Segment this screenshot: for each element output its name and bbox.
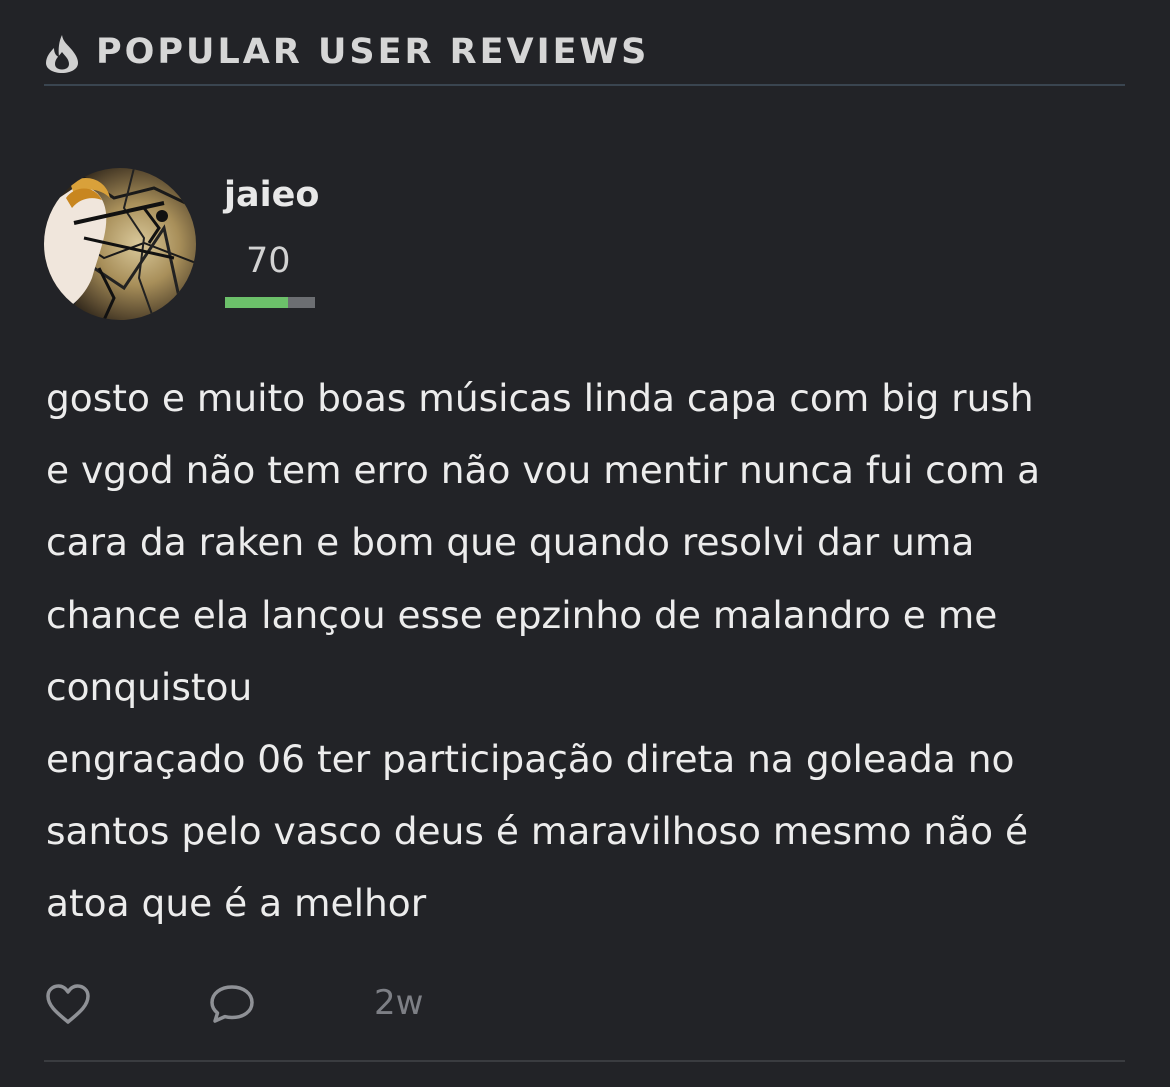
review-username[interactable]: jaieo (224, 172, 319, 218)
review-score: 70 (246, 241, 291, 281)
score-bar-fill (225, 297, 288, 308)
flame-icon (46, 35, 78, 73)
review-actions: 2w (44, 978, 1125, 1030)
avatar[interactable] (44, 168, 196, 320)
score-bar (225, 297, 315, 308)
section-header: POPULAR USER REVIEWS (44, 28, 1125, 86)
heart-icon[interactable] (44, 982, 92, 1026)
section-title: POPULAR USER REVIEWS (96, 32, 650, 72)
review-time: 2w (374, 983, 424, 1023)
review-text: gosto e muito boas músicas linda capa co… (46, 376, 1041, 926)
comment-icon[interactable] (208, 982, 256, 1026)
divider (44, 1060, 1125, 1062)
avatar-image (44, 168, 196, 320)
